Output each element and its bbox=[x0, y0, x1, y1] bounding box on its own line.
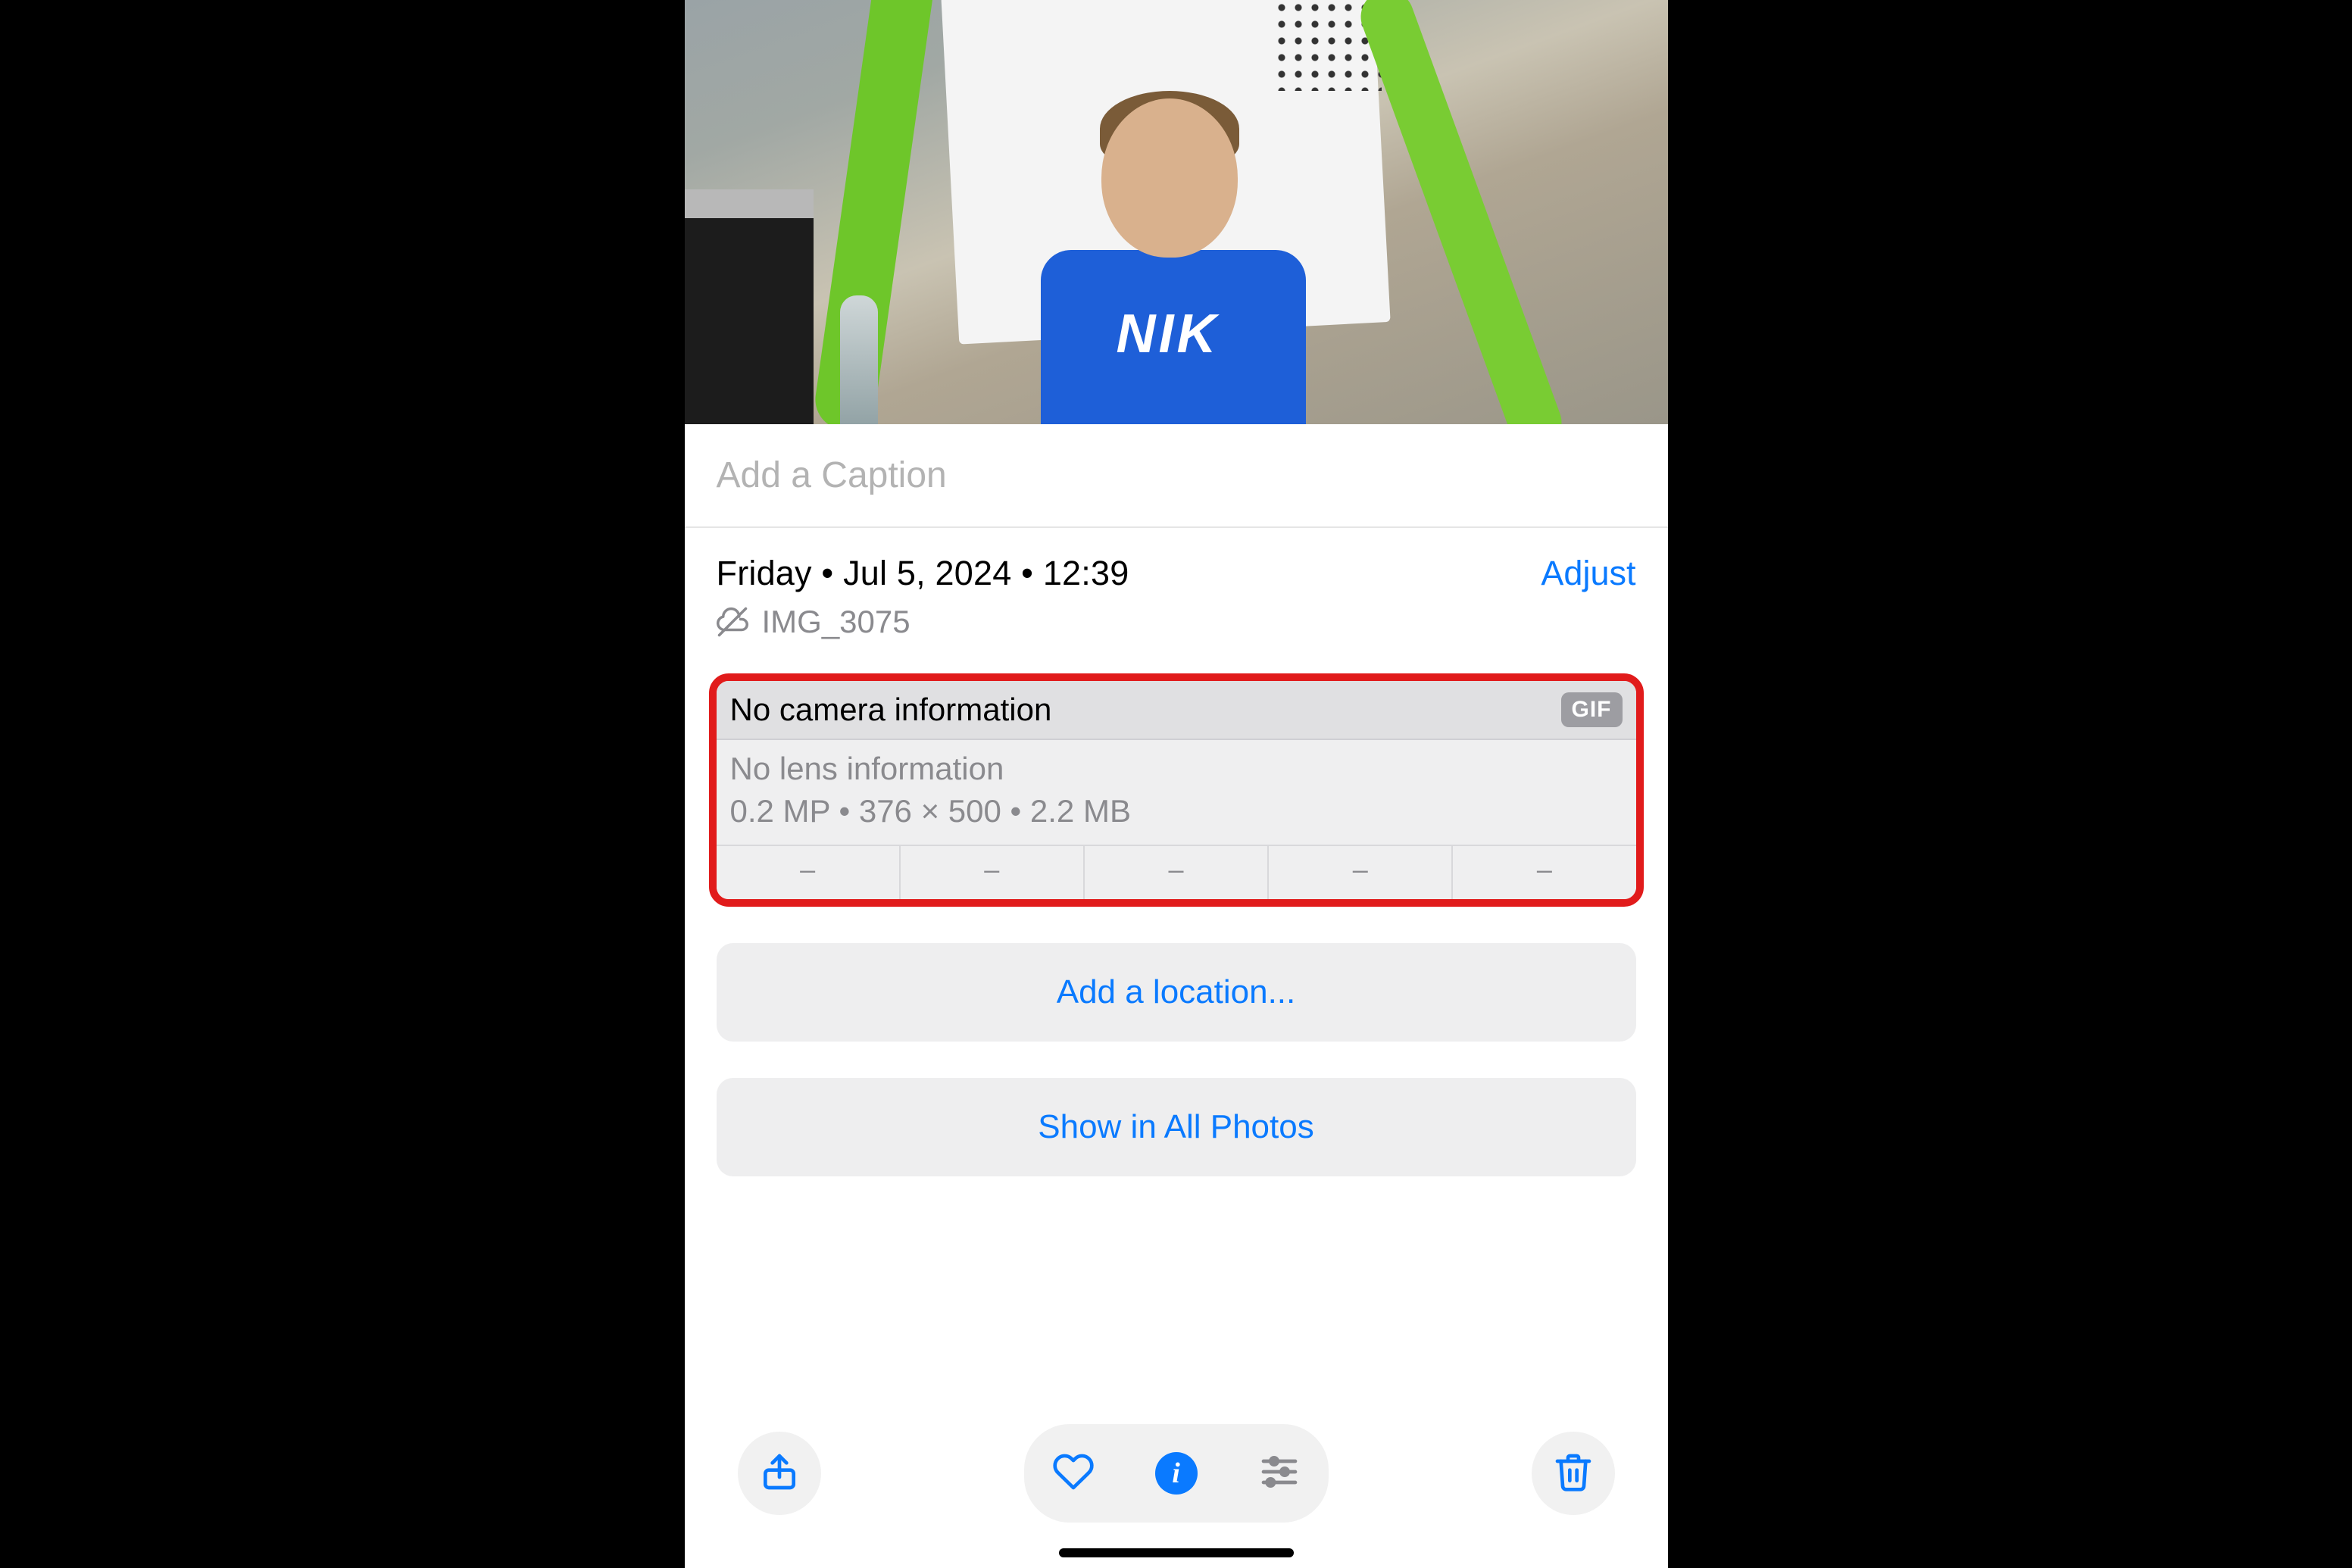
share-icon bbox=[758, 1451, 801, 1497]
shirt-logo: NIK bbox=[1117, 303, 1220, 365]
exif-cell: – bbox=[901, 846, 1085, 899]
info-button[interactable]: i bbox=[1135, 1432, 1218, 1515]
photo-preview[interactable]: NIK bbox=[685, 0, 1668, 424]
add-location-button[interactable]: Add a location... bbox=[717, 943, 1636, 1042]
date-info-block: Friday • Jul 5, 2024 • 12:39 Adjust IMG_… bbox=[685, 528, 1668, 658]
heart-icon bbox=[1052, 1451, 1095, 1497]
info-icon: i bbox=[1155, 1452, 1198, 1495]
home-indicator[interactable] bbox=[1059, 1548, 1294, 1557]
camera-info-panel: No camera information GIF No lens inform… bbox=[709, 673, 1644, 907]
delete-button[interactable] bbox=[1532, 1432, 1615, 1515]
date-time-label: Friday • Jul 5, 2024 • 12:39 bbox=[717, 554, 1129, 593]
cloud-off-icon bbox=[717, 606, 748, 638]
photo-info-screen: NIK Add a Caption Friday • Jul 5, 2024 •… bbox=[685, 0, 1668, 1568]
sliders-icon bbox=[1258, 1451, 1301, 1497]
exif-cell: – bbox=[1085, 846, 1269, 899]
filename-label: IMG_3075 bbox=[762, 604, 911, 640]
exif-cell: – bbox=[717, 846, 901, 899]
show-in-all-photos-button[interactable]: Show in All Photos bbox=[717, 1078, 1636, 1176]
lens-info-text: No lens information bbox=[730, 751, 1623, 787]
trash-icon bbox=[1552, 1451, 1595, 1497]
caption-placeholder: Add a Caption bbox=[717, 455, 947, 495]
bottom-toolbar: i bbox=[685, 1424, 1668, 1523]
toolbar-center-group: i bbox=[1024, 1424, 1329, 1523]
exif-cells-row: – – – – – bbox=[717, 845, 1636, 899]
edit-button[interactable] bbox=[1238, 1432, 1321, 1515]
share-button[interactable] bbox=[738, 1432, 821, 1515]
favorite-button[interactable] bbox=[1032, 1432, 1115, 1515]
camera-info-text: No camera information bbox=[730, 692, 1052, 728]
caption-input[interactable]: Add a Caption bbox=[685, 424, 1668, 528]
adjust-button[interactable]: Adjust bbox=[1541, 554, 1635, 593]
image-stats-text: 0.2 MP • 376 × 500 • 2.2 MB bbox=[730, 793, 1623, 829]
exif-cell: – bbox=[1269, 846, 1453, 899]
format-badge: GIF bbox=[1561, 692, 1623, 727]
exif-cell: – bbox=[1453, 846, 1635, 899]
